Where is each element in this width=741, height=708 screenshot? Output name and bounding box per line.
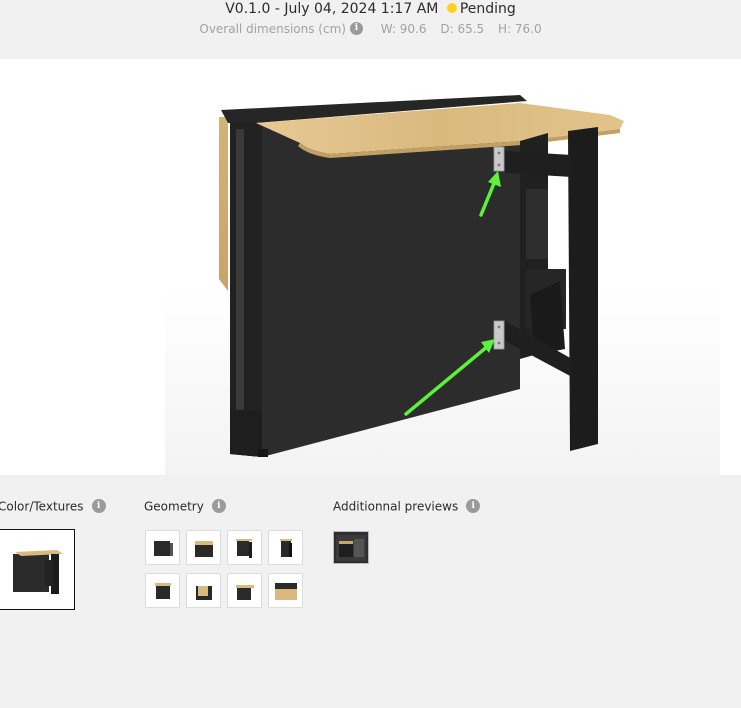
info-icon[interactable]: i: [211, 499, 226, 513]
product-preview-viewer[interactable]: [0, 59, 741, 475]
dimensions-label: Overall dimensions (cm): [199, 22, 346, 36]
version-line: V0.1.0 - July 04, 2024 1:17 AM Pending: [0, 1, 741, 17]
overall-dimensions: Overall dimensions (cm) i W: 90.6 D: 65.5…: [0, 22, 741, 37]
info-icon[interactable]: i: [466, 499, 481, 513]
geometry-thumbnail-6[interactable]: [186, 573, 221, 608]
geometry-thumbnail-2[interactable]: [186, 530, 221, 565]
geometry-thumbnail-1[interactable]: [145, 530, 180, 565]
version-separator: -: [274, 1, 280, 17]
dimension-depth: D: 65.5: [440, 22, 485, 36]
info-icon[interactable]: i: [349, 22, 363, 35]
dimension-width: W: 90.6: [380, 22, 427, 36]
version-date: July 04, 2024 1:17 AM: [284, 1, 439, 17]
options-panel: Color/Textures i Geometry i Additionnal pr: [0, 475, 741, 708]
geometry-thumbnail-5[interactable]: [145, 573, 180, 608]
additional-preview-thumbnail[interactable]: [333, 531, 369, 564]
product-render: [165, 95, 720, 475]
geometry-title: Geometry i: [144, 499, 230, 515]
geometry-thumbnail-8[interactable]: [268, 573, 303, 608]
additional-previews-title: Additionnal previews i: [333, 499, 484, 515]
geometry-thumbnail-7[interactable]: [227, 573, 262, 608]
additional-previews-label: Additionnal previews: [333, 499, 459, 514]
geometry-thumbnail-4[interactable]: [268, 530, 303, 565]
status-dot-icon: [446, 3, 457, 13]
color-textures-label: Color/Textures: [0, 499, 84, 514]
info-icon[interactable]: i: [91, 499, 106, 513]
dimension-height: H: 76.0: [498, 22, 542, 36]
status-text: Pending: [459, 1, 516, 17]
header: V0.1.0 - July 04, 2024 1:17 AM Pending O…: [0, 0, 741, 59]
geometry-label: Geometry: [144, 499, 204, 514]
texture-preview-image: [12, 549, 63, 594]
color-textures-title: Color/Textures i: [0, 499, 110, 515]
texture-thumbnail[interactable]: [0, 529, 75, 610]
version-number: V0.1.0: [225, 1, 271, 17]
geometry-thumbnail-3[interactable]: [227, 530, 262, 565]
